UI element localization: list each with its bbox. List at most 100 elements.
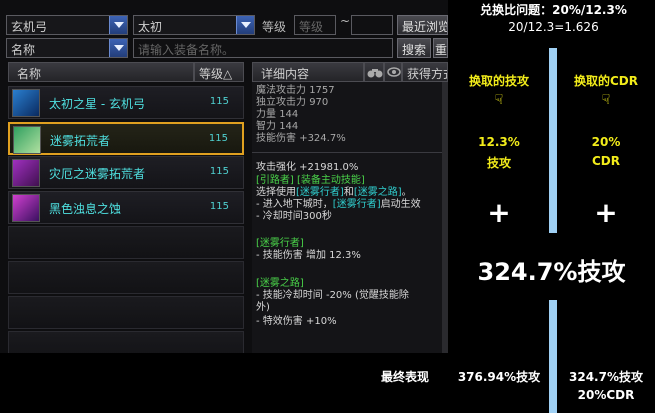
stat-value: 144 — [279, 121, 299, 132]
detail-header: 详细内容 — [252, 62, 364, 82]
list-item[interactable]: 太初之星 - 玄机弓 115 — [8, 86, 244, 119]
hand-point-down-icon: ☟ — [494, 92, 504, 108]
right-value: 20% — [591, 135, 621, 149]
final-right-cdr: 20%CDR — [577, 388, 635, 402]
column-header-name-label: 名称 — [17, 67, 42, 81]
accessory-icon — [12, 159, 40, 187]
attack-boost: 攻击强化 +21981.0% — [256, 162, 359, 173]
chevron-down-icon[interactable] — [109, 16, 127, 34]
chevron-down-icon[interactable] — [236, 16, 254, 34]
item-level: 115 — [209, 166, 229, 177]
left-value: 12.3% — [478, 135, 520, 149]
level-range-tilde: ~ — [340, 14, 351, 28]
ratio-calc: 20/12.3=1.626 — [508, 20, 599, 34]
skill-link: [迷雾之路] — [353, 187, 402, 198]
detail-panel: 魔法攻击力 1757 独立攻击力 970 力量 144 智力 144 技能伤害 … — [252, 82, 448, 353]
hand-point-down-icon: ☟ — [601, 92, 611, 108]
stat-label: 技能伤害 — [256, 133, 296, 144]
text: 选择使用 — [256, 187, 296, 198]
accessory-icon — [12, 194, 40, 222]
search-placeholder: 请输入装备名称。 — [138, 43, 235, 57]
stat-row: 智力 144 — [256, 121, 298, 133]
recent-button-label: 最近浏览 — [402, 20, 448, 34]
level-label: 等级 — [262, 20, 287, 34]
class-select[interactable]: 玄机弓 — [6, 15, 128, 35]
name-field-select[interactable]: 名称 — [6, 38, 128, 58]
left-unit: 技攻 — [486, 156, 511, 170]
set-select-value: 太初 — [138, 20, 163, 34]
search-input[interactable]: 请输入装备名称。 — [133, 38, 393, 58]
skill-link: [迷雾行者] — [296, 187, 344, 198]
left-heading: 换取的技攻 — [468, 74, 529, 88]
empty-slot — [8, 296, 244, 329]
chevron-down-icon[interactable] — [109, 39, 127, 57]
stat-value: 144 — [279, 109, 299, 120]
recent-button[interactable]: 最近浏览 — [397, 15, 448, 35]
stat-value: +324.7% — [299, 133, 346, 144]
name-field-select-value: 名称 — [11, 43, 36, 57]
combined-value: 324.7%技攻 — [477, 258, 626, 286]
text: - 进入地下城时， — [256, 199, 333, 210]
list-item-selected[interactable]: 迷雾拓荒者 115 — [8, 122, 244, 155]
road-line: - 技能冷却时间 -20% (觉醒技能除 — [256, 290, 409, 301]
level-min-input[interactable]: 等级 — [294, 15, 336, 35]
stat-label: 独立攻击力 — [256, 97, 306, 108]
item-level: 115 — [208, 133, 228, 144]
binoculars-icon[interactable] — [364, 62, 384, 82]
reset-button[interactable]: 重置 — [433, 38, 448, 58]
stat-label: 力量 — [256, 109, 276, 120]
empty-slot — [8, 331, 244, 353]
level-min-placeholder: 等级 — [299, 20, 324, 34]
set-select[interactable]: 太初 — [133, 15, 255, 35]
road-line: - 特效伤害 +10% — [256, 316, 337, 327]
bow-icon — [12, 89, 40, 117]
stat-row: 魔法攻击力 1757 — [256, 85, 335, 97]
ratio-title: 兑换比问题：20%/12.3% — [480, 3, 627, 17]
stat-value: 1757 — [309, 85, 335, 96]
plus-sign: + — [594, 196, 618, 229]
divider-bar — [549, 300, 557, 413]
item-name: 灾厄之迷雾拓荒者 — [49, 167, 146, 181]
stat-row: 独立攻击力 970 — [256, 97, 328, 109]
detail-header-label: 详细内容 — [261, 67, 310, 81]
stat-value: 970 — [309, 97, 329, 108]
reset-button-label: 重置 — [435, 43, 448, 57]
skill-link: [迷雾行者] — [332, 199, 381, 210]
road-line: 外) — [256, 302, 270, 313]
text: 和 — [343, 187, 354, 198]
pioneer-title: [引路者] [装备主动技能] — [256, 175, 365, 186]
text: 。 — [401, 187, 412, 198]
item-level: 115 — [209, 96, 229, 107]
get-method-button[interactable]: 获得方式 — [402, 62, 448, 82]
stat-row: 技能伤害 +324.7% — [256, 133, 346, 145]
equipment-search-panel: 玄机弓 太初 等级 等级 ~ 最近浏览 名称 请输入装备名称。 搜索 重置 名称… — [0, 0, 448, 353]
get-method-label: 获得方式 — [407, 67, 447, 81]
divider-bar — [549, 48, 557, 233]
enter-line: - 进入地下城时，[迷雾行者]启动生效 — [256, 199, 421, 211]
column-header-level[interactable]: 等级△ — [194, 62, 244, 82]
item-name: 太初之星 - 玄机弓 — [49, 97, 145, 111]
column-header-name[interactable]: 名称 — [8, 62, 194, 82]
list-item[interactable]: 灾厄之迷雾拓荒者 115 — [8, 156, 244, 189]
right-unit: CDR — [591, 154, 620, 168]
detail-scrollbar[interactable] — [442, 82, 448, 353]
choose-line: 选择使用[迷雾行者]和[迷雾之路]。 — [256, 187, 412, 199]
stat-row: 力量 144 — [256, 109, 298, 121]
eye-icon[interactable] — [384, 62, 402, 82]
walker-title: [迷雾行者] — [256, 238, 304, 249]
stat-label: 魔法攻击力 — [256, 85, 306, 96]
list-item[interactable]: 黑色浊息之蚀 115 — [8, 191, 244, 224]
road-title: [迷雾之路] — [256, 278, 304, 289]
item-name: 黑色浊息之蚀 — [49, 202, 122, 216]
divider — [252, 152, 448, 153]
right-heading: 换取的CDR — [573, 74, 638, 88]
empty-slot — [8, 261, 244, 294]
item-level: 115 — [209, 201, 229, 212]
column-header-level-label: 等级△ — [199, 67, 233, 81]
item-name: 迷雾拓荒者 — [50, 134, 111, 148]
search-button[interactable]: 搜索 — [397, 38, 431, 58]
search-button-label: 搜索 — [402, 43, 427, 57]
level-max-input[interactable] — [351, 15, 393, 35]
stat-label: 智力 — [256, 121, 276, 132]
text: 启动生效 — [380, 199, 421, 210]
